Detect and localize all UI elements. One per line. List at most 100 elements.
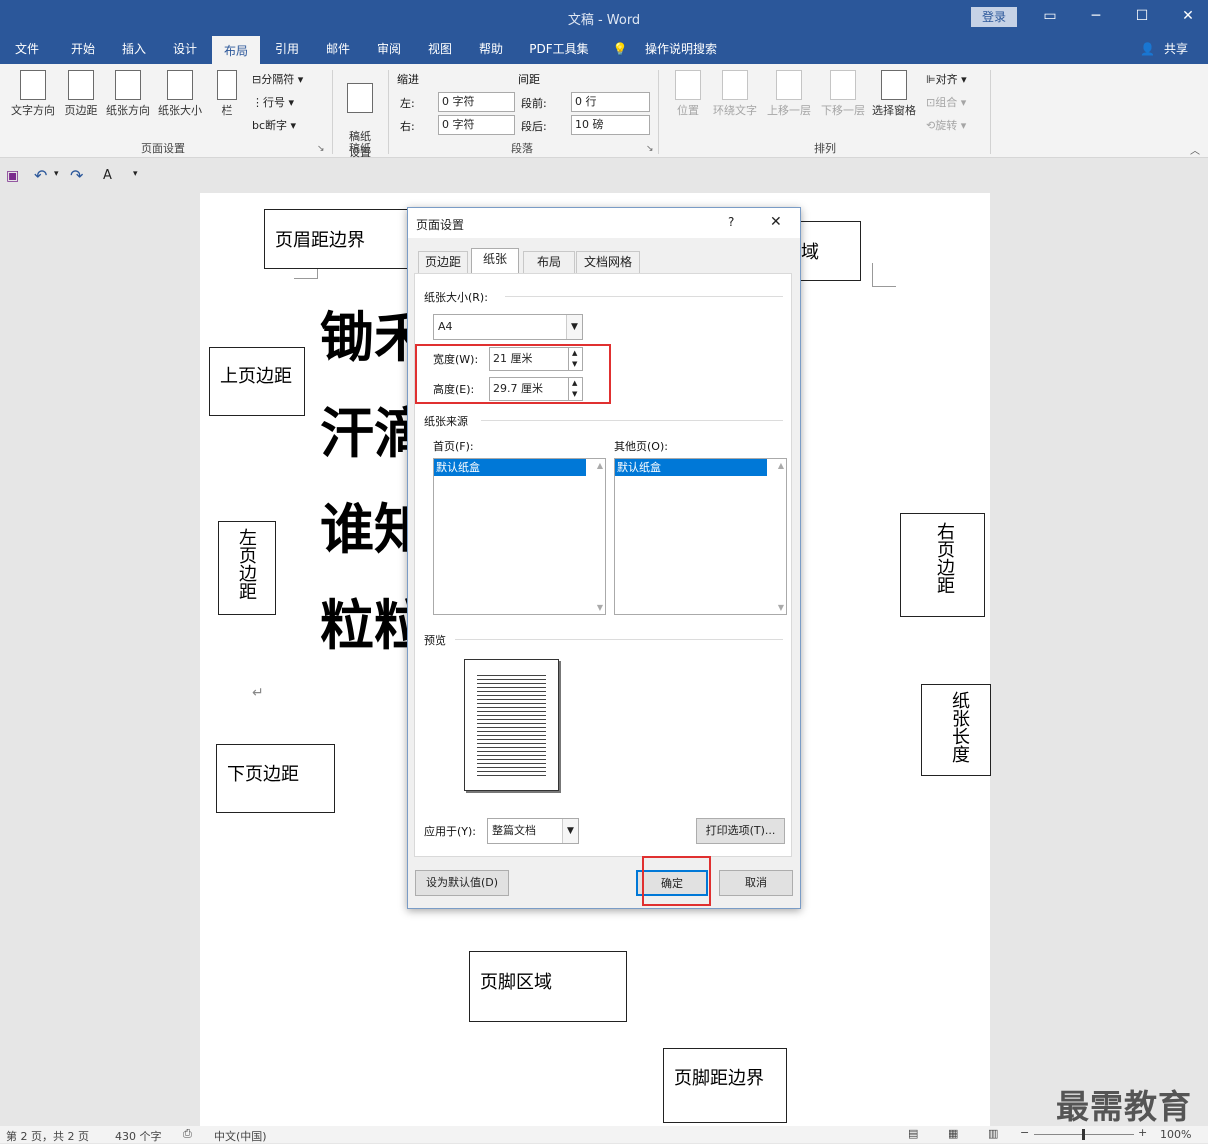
paper-tab-panel: 纸张大小(R): A4 ▼ 宽度(W): 21 厘米 ▲ ▼ 高度(E): 29.… <box>414 273 792 857</box>
footer-margin-box[interactable]: 页脚距边界 <box>663 1048 787 1123</box>
tab-layout[interactable]: 布局 <box>212 34 260 64</box>
close-window-icon[interactable]: ✕ <box>1177 6 1199 26</box>
paper-size-value: A4 <box>438 320 453 333</box>
scroll-down-icon[interactable]: ▼ <box>778 603 784 612</box>
other-pages-tray-item[interactable]: 默认纸盒 <box>615 459 767 476</box>
watermark-logo: 最需教育 <box>1056 1087 1192 1126</box>
tab-layout[interactable]: 布局 <box>523 251 575 273</box>
maximize-icon[interactable]: ☐ <box>1131 6 1153 26</box>
group-button[interactable]: ⊡组合 ▾ <box>926 94 966 110</box>
font-size-button[interactable]: A <box>103 168 112 183</box>
selection-pane-button[interactable]: 选择窗格 <box>868 70 920 118</box>
undo-icon[interactable]: ↶ <box>34 166 47 185</box>
paper-length-box[interactable]: 纸张长度 <box>921 684 991 776</box>
set-default-button[interactable]: 设为默认值(D) <box>415 870 509 896</box>
send-backward-button[interactable]: 下移一层 <box>816 70 870 118</box>
tab-help[interactable]: 帮助 <box>469 34 513 64</box>
read-mode-icon[interactable]: ▤ <box>908 1127 918 1140</box>
bring-forward-icon <box>776 70 802 100</box>
position-button[interactable]: 位置 <box>670 70 706 118</box>
spacing-before-input[interactable]: 0 行 <box>571 92 650 112</box>
login-button[interactable]: 登录 <box>971 7 1017 27</box>
redo-icon[interactable]: ↷ <box>70 166 83 185</box>
manuscript-icon <box>347 83 373 113</box>
tell-me-search[interactable]: 操作说明搜索 <box>636 34 726 64</box>
help-icon[interactable]: ? <box>728 215 734 229</box>
bottom-margin-box[interactable]: 下页边距 <box>216 744 335 813</box>
wrap-text-icon <box>722 70 748 100</box>
zoom-in-icon[interactable]: + <box>1138 1126 1147 1139</box>
footer-area-box[interactable]: 页脚区域 <box>469 951 627 1022</box>
orientation-button[interactable]: 纸张方向 <box>102 70 154 118</box>
align-button[interactable]: ⊫对齐 ▾ <box>926 71 967 87</box>
right-margin-box[interactable]: 右页边距 <box>900 513 985 617</box>
rotate-button[interactable]: ⟲旋转 ▾ <box>926 117 966 133</box>
indent-right-input[interactable]: 0 字符 <box>438 115 515 135</box>
tab-design[interactable]: 设计 <box>163 34 207 64</box>
save-icon[interactable]: ▣ <box>6 168 19 184</box>
language[interactable]: 中文(中国) <box>214 1128 267 1144</box>
columns-button[interactable]: 栏 <box>212 70 242 118</box>
left-margin-box[interactable]: 左页边距 <box>218 521 276 615</box>
minimize-icon[interactable]: ─ <box>1085 6 1107 26</box>
tab-insert[interactable]: 插入 <box>112 34 156 64</box>
scroll-up-icon[interactable]: ▲ <box>597 461 603 470</box>
tab-margins[interactable]: 页边距 <box>418 251 468 273</box>
customize-qat-icon[interactable]: ▾ <box>133 169 138 179</box>
web-layout-icon[interactable]: ▥ <box>988 1127 998 1140</box>
word-count[interactable]: 430 个字 <box>115 1128 162 1144</box>
undo-dropdown-icon[interactable]: ▾ <box>54 169 59 179</box>
bottom-margin-text: 下页边距 <box>227 764 299 785</box>
zoom-out-icon[interactable]: − <box>1020 1126 1029 1139</box>
cancel-button[interactable]: 取消 <box>719 870 793 896</box>
title-bar: 文稿 - Word 登录 ▭ ─ ☐ ✕ <box>0 0 1208 34</box>
tab-pdf-tools[interactable]: PDF工具集 <box>522 34 596 64</box>
page-setup-launcher-icon[interactable]: ↘ <box>317 144 325 154</box>
bring-forward-label: 上移一层 <box>767 104 811 117</box>
bring-forward-button[interactable]: 上移一层 <box>762 70 816 118</box>
top-margin-box[interactable]: 上页边距 <box>209 347 305 416</box>
person-icon: 👤 <box>1140 42 1155 56</box>
text-direction-button[interactable]: 文字方向 <box>6 70 60 118</box>
indent-left-input[interactable]: 0 字符 <box>438 92 515 112</box>
spacing-after-label: 段后: <box>521 120 547 133</box>
tab-doc-grid[interactable]: 文档网格 <box>576 251 640 273</box>
collapse-ribbon-icon[interactable]: ︿ <box>1190 142 1200 157</box>
zoom-level[interactable]: 100% <box>1160 1128 1191 1141</box>
tab-mailings[interactable]: 邮件 <box>316 34 360 64</box>
tab-home[interactable]: 开始 <box>60 34 106 64</box>
tab-references[interactable]: 引用 <box>266 34 308 64</box>
paper-size-select[interactable]: A4 ▼ <box>433 314 583 340</box>
share-button[interactable]: 共享 <box>1156 34 1196 64</box>
print-layout-icon[interactable]: ▦ <box>948 1127 958 1140</box>
selection-pane-icon <box>881 70 907 100</box>
tab-view[interactable]: 视图 <box>418 34 462 64</box>
first-page-tray-item[interactable]: 默认纸盒 <box>434 459 586 476</box>
tab-file[interactable]: 文件 <box>6 34 48 64</box>
close-icon[interactable]: ✕ <box>770 214 782 230</box>
footer-area-text: 页脚区域 <box>480 972 552 993</box>
paragraph-launcher-icon[interactable]: ↘ <box>646 144 654 154</box>
tab-paper[interactable]: 纸张 <box>471 248 519 274</box>
first-page-tray-list[interactable]: 默认纸盒 ▲ ▼ <box>433 458 606 615</box>
page-setup-dialog: 页面设置 ? ✕ 页边距 纸张 布局 文档网格 纸张大小(R): A4 ▼ 宽度… <box>407 207 801 909</box>
breaks-button[interactable]: ⊟分隔符 ▾ <box>252 71 303 87</box>
header-margin-box[interactable]: 页眉距边界 <box>264 209 412 269</box>
scroll-up-icon[interactable]: ▲ <box>778 461 784 470</box>
margins-button[interactable]: 页边距 <box>60 70 102 118</box>
scroll-down-icon[interactable]: ▼ <box>597 603 603 612</box>
zoom-slider-thumb[interactable] <box>1082 1129 1085 1140</box>
spacing-after-input[interactable]: 10 磅 <box>571 115 650 135</box>
wrap-text-button[interactable]: 环绕文字 <box>708 70 762 118</box>
print-options-button[interactable]: 打印选项(T)... <box>696 818 785 844</box>
paragraph-group-label: 段落 <box>511 142 533 155</box>
apply-to-select[interactable]: 整篇文档 ▼ <box>487 818 579 844</box>
paper-size-button[interactable]: 纸张大小 <box>154 70 206 118</box>
tab-review[interactable]: 审阅 <box>367 34 411 64</box>
line-numbers-button[interactable]: ⋮行号 ▾ <box>252 94 294 110</box>
ribbon-display-icon[interactable]: ▭ <box>1039 6 1061 26</box>
proofing-icon[interactable]: ⎙ <box>183 1127 192 1141</box>
other-pages-tray-list[interactable]: 默认纸盒 ▲ ▼ <box>614 458 787 615</box>
hyphenation-button[interactable]: bc断字 ▾ <box>252 117 296 133</box>
page-count[interactable]: 第 2 页，共 2 页 <box>6 1128 89 1144</box>
